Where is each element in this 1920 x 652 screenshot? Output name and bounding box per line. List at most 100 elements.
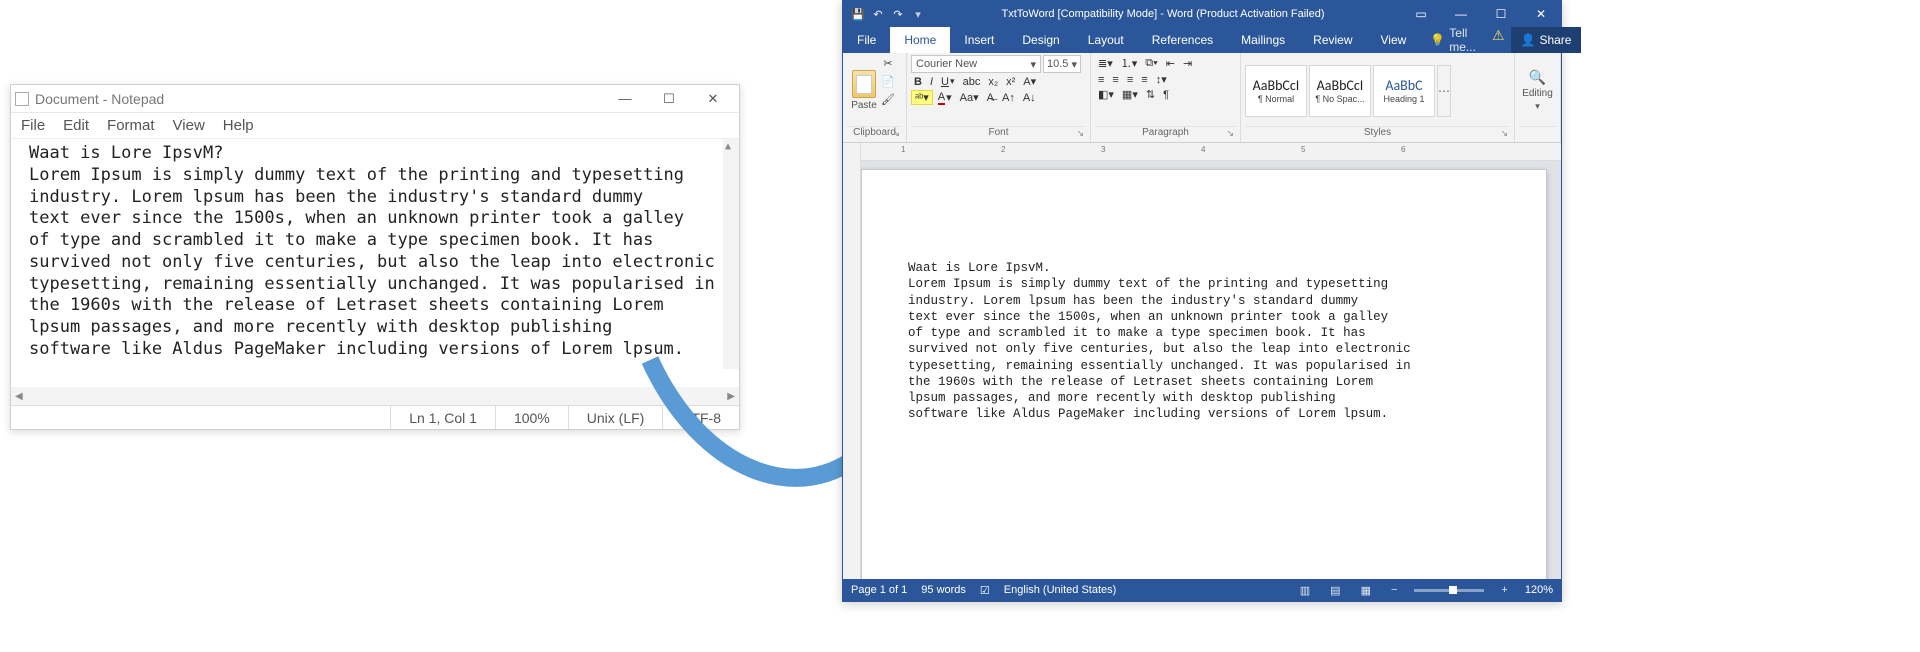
bold-button[interactable]: B — [911, 76, 925, 88]
zoom-slider[interactable] — [1414, 589, 1484, 592]
font-dialog-icon[interactable]: ↘ — [1076, 128, 1084, 139]
copy-icon[interactable]: 📄 — [881, 75, 895, 89]
status-words[interactable]: 95 words — [921, 584, 966, 596]
chevron-down-icon[interactable]: ▾ — [1535, 101, 1540, 112]
style--normal[interactable]: AaBbCcI¶ Normal — [1245, 65, 1307, 117]
maximize-button[interactable]: ☐ — [1481, 7, 1521, 21]
shading-button[interactable]: ◧▾ — [1095, 88, 1117, 101]
notepad-text-area[interactable]: Waat is Lore IpsvM?Lorem Ipsum is simply… — [11, 139, 739, 387]
style-heading-1[interactable]: AaBbCHeading 1 — [1373, 65, 1435, 117]
bullets-button[interactable]: ≣▾ — [1095, 57, 1116, 70]
qat-dropdown-icon[interactable]: ▾ — [911, 8, 925, 21]
multilevel-button[interactable]: ⧉▾ — [1142, 57, 1160, 70]
underline-button[interactable]: U▾ — [938, 76, 958, 88]
activation-warning-icon[interactable]: ⚠ — [1486, 27, 1511, 53]
line-spacing-button[interactable]: ↕▾ — [1153, 73, 1170, 86]
italic-button[interactable]: I — [927, 76, 936, 88]
web-layout-icon[interactable]: ▦ — [1358, 584, 1374, 597]
highlight-button[interactable]: ᵃᵇ▾ — [911, 90, 933, 105]
document-page[interactable]: Waat is Lore IpsvM.Lorem Ipsum is simply… — [861, 169, 1547, 579]
tab-mailings[interactable]: Mailings — [1227, 27, 1299, 53]
align-right-button[interactable]: ≡ — [1124, 74, 1136, 86]
shrink-font-button[interactable]: A↓ — [1020, 92, 1039, 104]
text-line: of type and scrambled it to make a type … — [29, 230, 721, 252]
clear-formatting-button[interactable]: A̶ — [984, 92, 997, 104]
ruler-mark: 5 — [1301, 145, 1305, 154]
format-painter-icon[interactable]: 🖌 — [881, 93, 895, 107]
notepad-titlebar[interactable]: Document - Notepad — ☐ ✕ — [11, 85, 739, 113]
maximize-button[interactable]: ☐ — [647, 87, 691, 111]
proofing-icon[interactable]: ☑ — [980, 584, 990, 597]
clipboard-dialog-icon[interactable]: ↘ — [892, 128, 900, 139]
word-document-area: 123456 Waat is Lore IpsvM.Lorem Ipsum is… — [843, 143, 1561, 579]
read-mode-icon[interactable]: ▥ — [1297, 584, 1313, 597]
minimize-button[interactable]: — — [603, 87, 647, 111]
grow-font-button[interactable]: A↑ — [999, 92, 1018, 104]
tell-me-search[interactable]: 💡Tell me... — [1420, 27, 1486, 53]
menu-file[interactable]: File — [21, 117, 45, 134]
zoom-in-button[interactable]: + — [1498, 584, 1510, 596]
text-effects-button[interactable]: A▾ — [1020, 75, 1039, 88]
word-titlebar[interactable]: 💾 ↶ ↷ ▾ TxtToWord [Compatibility Mode] -… — [843, 1, 1561, 27]
styles-more-button[interactable]: ⋯ — [1437, 65, 1451, 117]
decrease-indent-button[interactable]: ⇤ — [1163, 57, 1178, 70]
paste-icon — [852, 70, 876, 98]
tab-view[interactable]: View — [1367, 27, 1421, 53]
text-line: software like Aldus PageMaker including … — [908, 406, 1522, 422]
numbering-button[interactable]: ⒈▾ — [1118, 55, 1141, 71]
style--no-spac-[interactable]: AaBbCcI¶ No Spac... — [1309, 65, 1371, 117]
vertical-scrollbar[interactable] — [723, 139, 739, 369]
minimize-button[interactable]: — — [1441, 7, 1481, 21]
styles-dialog-icon[interactable]: ↘ — [1500, 128, 1508, 139]
horizontal-scrollbar[interactable]: ◀ ▶ — [11, 387, 739, 405]
undo-icon[interactable]: ↶ — [871, 8, 885, 21]
print-layout-icon[interactable]: ▤ — [1327, 584, 1343, 597]
tab-review[interactable]: Review — [1299, 27, 1366, 53]
increase-indent-button[interactable]: ⇥ — [1180, 57, 1195, 70]
menu-edit[interactable]: Edit — [63, 117, 89, 134]
zoom-out-button[interactable]: − — [1388, 584, 1400, 596]
paragraph-dialog-icon[interactable]: ↘ — [1226, 128, 1234, 139]
strike-button[interactable]: abc — [960, 76, 984, 88]
tab-references[interactable]: References — [1138, 27, 1227, 53]
align-left-button[interactable]: ≡ — [1095, 74, 1107, 86]
tab-home[interactable]: Home — [890, 27, 950, 53]
status-page[interactable]: Page 1 of 1 — [851, 584, 907, 596]
tab-design[interactable]: Design — [1008, 27, 1073, 53]
horizontal-ruler[interactable]: 123456 — [861, 143, 1561, 161]
show-marks-button[interactable]: ¶ — [1160, 89, 1172, 101]
justify-button[interactable]: ≡ — [1138, 74, 1150, 86]
tab-file[interactable]: File — [843, 27, 890, 53]
superscript-button[interactable]: x² — [1003, 76, 1018, 88]
borders-button[interactable]: ▦▾ — [1119, 88, 1141, 101]
menu-view[interactable]: View — [173, 117, 205, 134]
vertical-ruler[interactable] — [843, 143, 861, 579]
subscript-button[interactable]: x₂ — [985, 76, 1001, 88]
font-color-button[interactable]: A▾ — [935, 91, 955, 105]
close-button[interactable]: ✕ — [691, 87, 735, 111]
change-case-button[interactable]: Aa▾ — [957, 91, 982, 104]
redo-icon[interactable]: ↷ — [891, 8, 905, 21]
paste-button[interactable]: Paste — [847, 55, 881, 126]
menu-help[interactable]: Help — [223, 117, 254, 134]
notepad-statusbar: Ln 1, Col 1 100% Unix (LF) UTF-8 — [11, 405, 739, 429]
align-center-button[interactable]: ≡ — [1109, 74, 1121, 86]
share-button[interactable]: 👤Share — [1511, 27, 1582, 53]
close-button[interactable]: ✕ — [1521, 7, 1561, 21]
cut-icon[interactable]: ✂ — [881, 57, 895, 71]
status-zoom[interactable]: 100% — [495, 406, 568, 429]
text-line: Lorem Ipsum is simply dummy text of the … — [29, 165, 721, 187]
scroll-left-icon[interactable]: ◀ — [11, 391, 27, 402]
find-icon[interactable]: 🔍 — [1529, 69, 1546, 86]
status-language[interactable]: English (United States) — [1004, 584, 1117, 596]
tab-layout[interactable]: Layout — [1074, 27, 1138, 53]
menu-format[interactable]: Format — [107, 117, 155, 134]
ribbon-options-icon[interactable]: ▭ — [1401, 7, 1441, 21]
status-zoom[interactable]: 120% — [1525, 584, 1553, 596]
font-name-combo[interactable]: Courier New▾ — [911, 55, 1041, 73]
font-size-combo[interactable]: 10.5▾ — [1043, 55, 1081, 73]
ribbon: Paste ✂ 📄 🖌 Clipboard↘ Courier New▾ 10.5… — [843, 53, 1561, 143]
sort-button[interactable]: ⇅ — [1143, 88, 1158, 101]
save-icon[interactable]: 💾 — [851, 8, 865, 21]
tab-insert[interactable]: Insert — [950, 27, 1008, 53]
